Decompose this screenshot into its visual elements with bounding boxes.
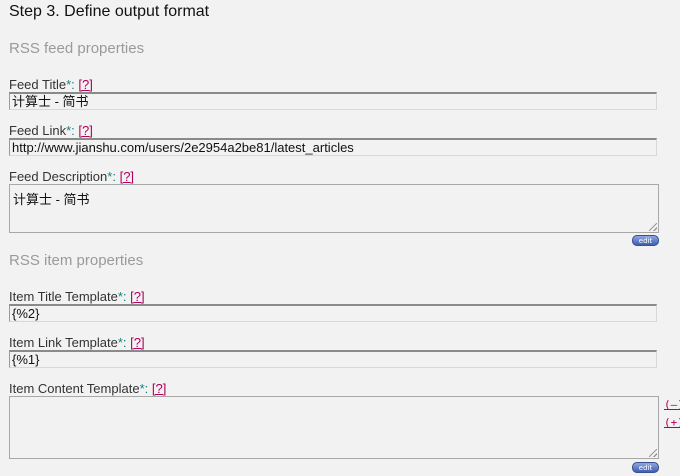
item-title-template-label-text: Item Title Template	[9, 289, 118, 304]
item-link-template-help-link[interactable]: [?]	[130, 335, 144, 350]
feed-link-label-text: Feed Link	[9, 123, 67, 138]
feed-link-label: Feed Link*: [?]	[9, 123, 93, 138]
item-content-template-help-link[interactable]: [?]	[152, 381, 166, 396]
step-title: Step 3. Define output format	[9, 3, 210, 20]
item-content-template-textarea[interactable]	[9, 396, 659, 459]
feed-link-help-link[interactable]: [?]	[78, 123, 92, 138]
feed-title-label: Feed Title*: [?]	[9, 77, 93, 92]
item-section-title: RSS item properties	[9, 252, 144, 269]
item-link-template-label-text: Item Link Template	[9, 335, 118, 350]
feed-description-value: 计算士 - 简书	[13, 192, 90, 207]
item-link-template-label: Item Link Template*: [?]	[9, 335, 145, 350]
feed-link-input[interactable]: http://www.jianshu.com/users/2e2954a2be8…	[9, 138, 657, 156]
feed-description-label: Feed Description*: [?]	[9, 169, 134, 184]
required-marker: *:	[107, 169, 116, 184]
feed-description-edit-button[interactable]: edit	[632, 235, 659, 246]
required-marker: *:	[139, 381, 149, 396]
resize-grip-icon[interactable]	[649, 449, 657, 457]
grow-textarea-link[interactable]: (+)	[664, 416, 680, 429]
feed-description-help-link[interactable]: [?]	[120, 169, 134, 184]
output-format-page: Step 3. Define output format RSS feed pr…	[0, 0, 680, 476]
feed-description-label-text: Feed Description	[9, 169, 108, 184]
required-marker: *:	[117, 289, 127, 304]
required-marker: *:	[66, 123, 75, 138]
item-content-edit-button[interactable]: edit	[632, 462, 659, 473]
item-link-template-input[interactable]: {%1}	[9, 350, 657, 368]
resize-grip-icon[interactable]	[649, 223, 657, 231]
feed-title-help-link[interactable]: [?]	[78, 77, 92, 92]
item-title-template-input[interactable]: {%2}	[9, 304, 657, 322]
feed-title-input[interactable]: 计算士 - 简书	[9, 92, 657, 110]
required-marker: *:	[117, 335, 127, 350]
item-content-template-label-text: Item Content Template	[9, 381, 140, 396]
item-title-template-label: Item Title Template*: [?]	[9, 289, 145, 304]
item-content-template-label: Item Content Template*: [?]	[9, 381, 166, 396]
feed-section-title: RSS feed properties	[9, 40, 145, 57]
feed-description-textarea[interactable]: 计算士 - 简书	[9, 184, 659, 233]
feed-title-label-text: Feed Title	[9, 77, 67, 92]
shrink-textarea-link[interactable]: (–)	[664, 398, 680, 411]
required-marker: *:	[66, 77, 75, 92]
item-title-template-help-link[interactable]: [?]	[130, 289, 144, 304]
